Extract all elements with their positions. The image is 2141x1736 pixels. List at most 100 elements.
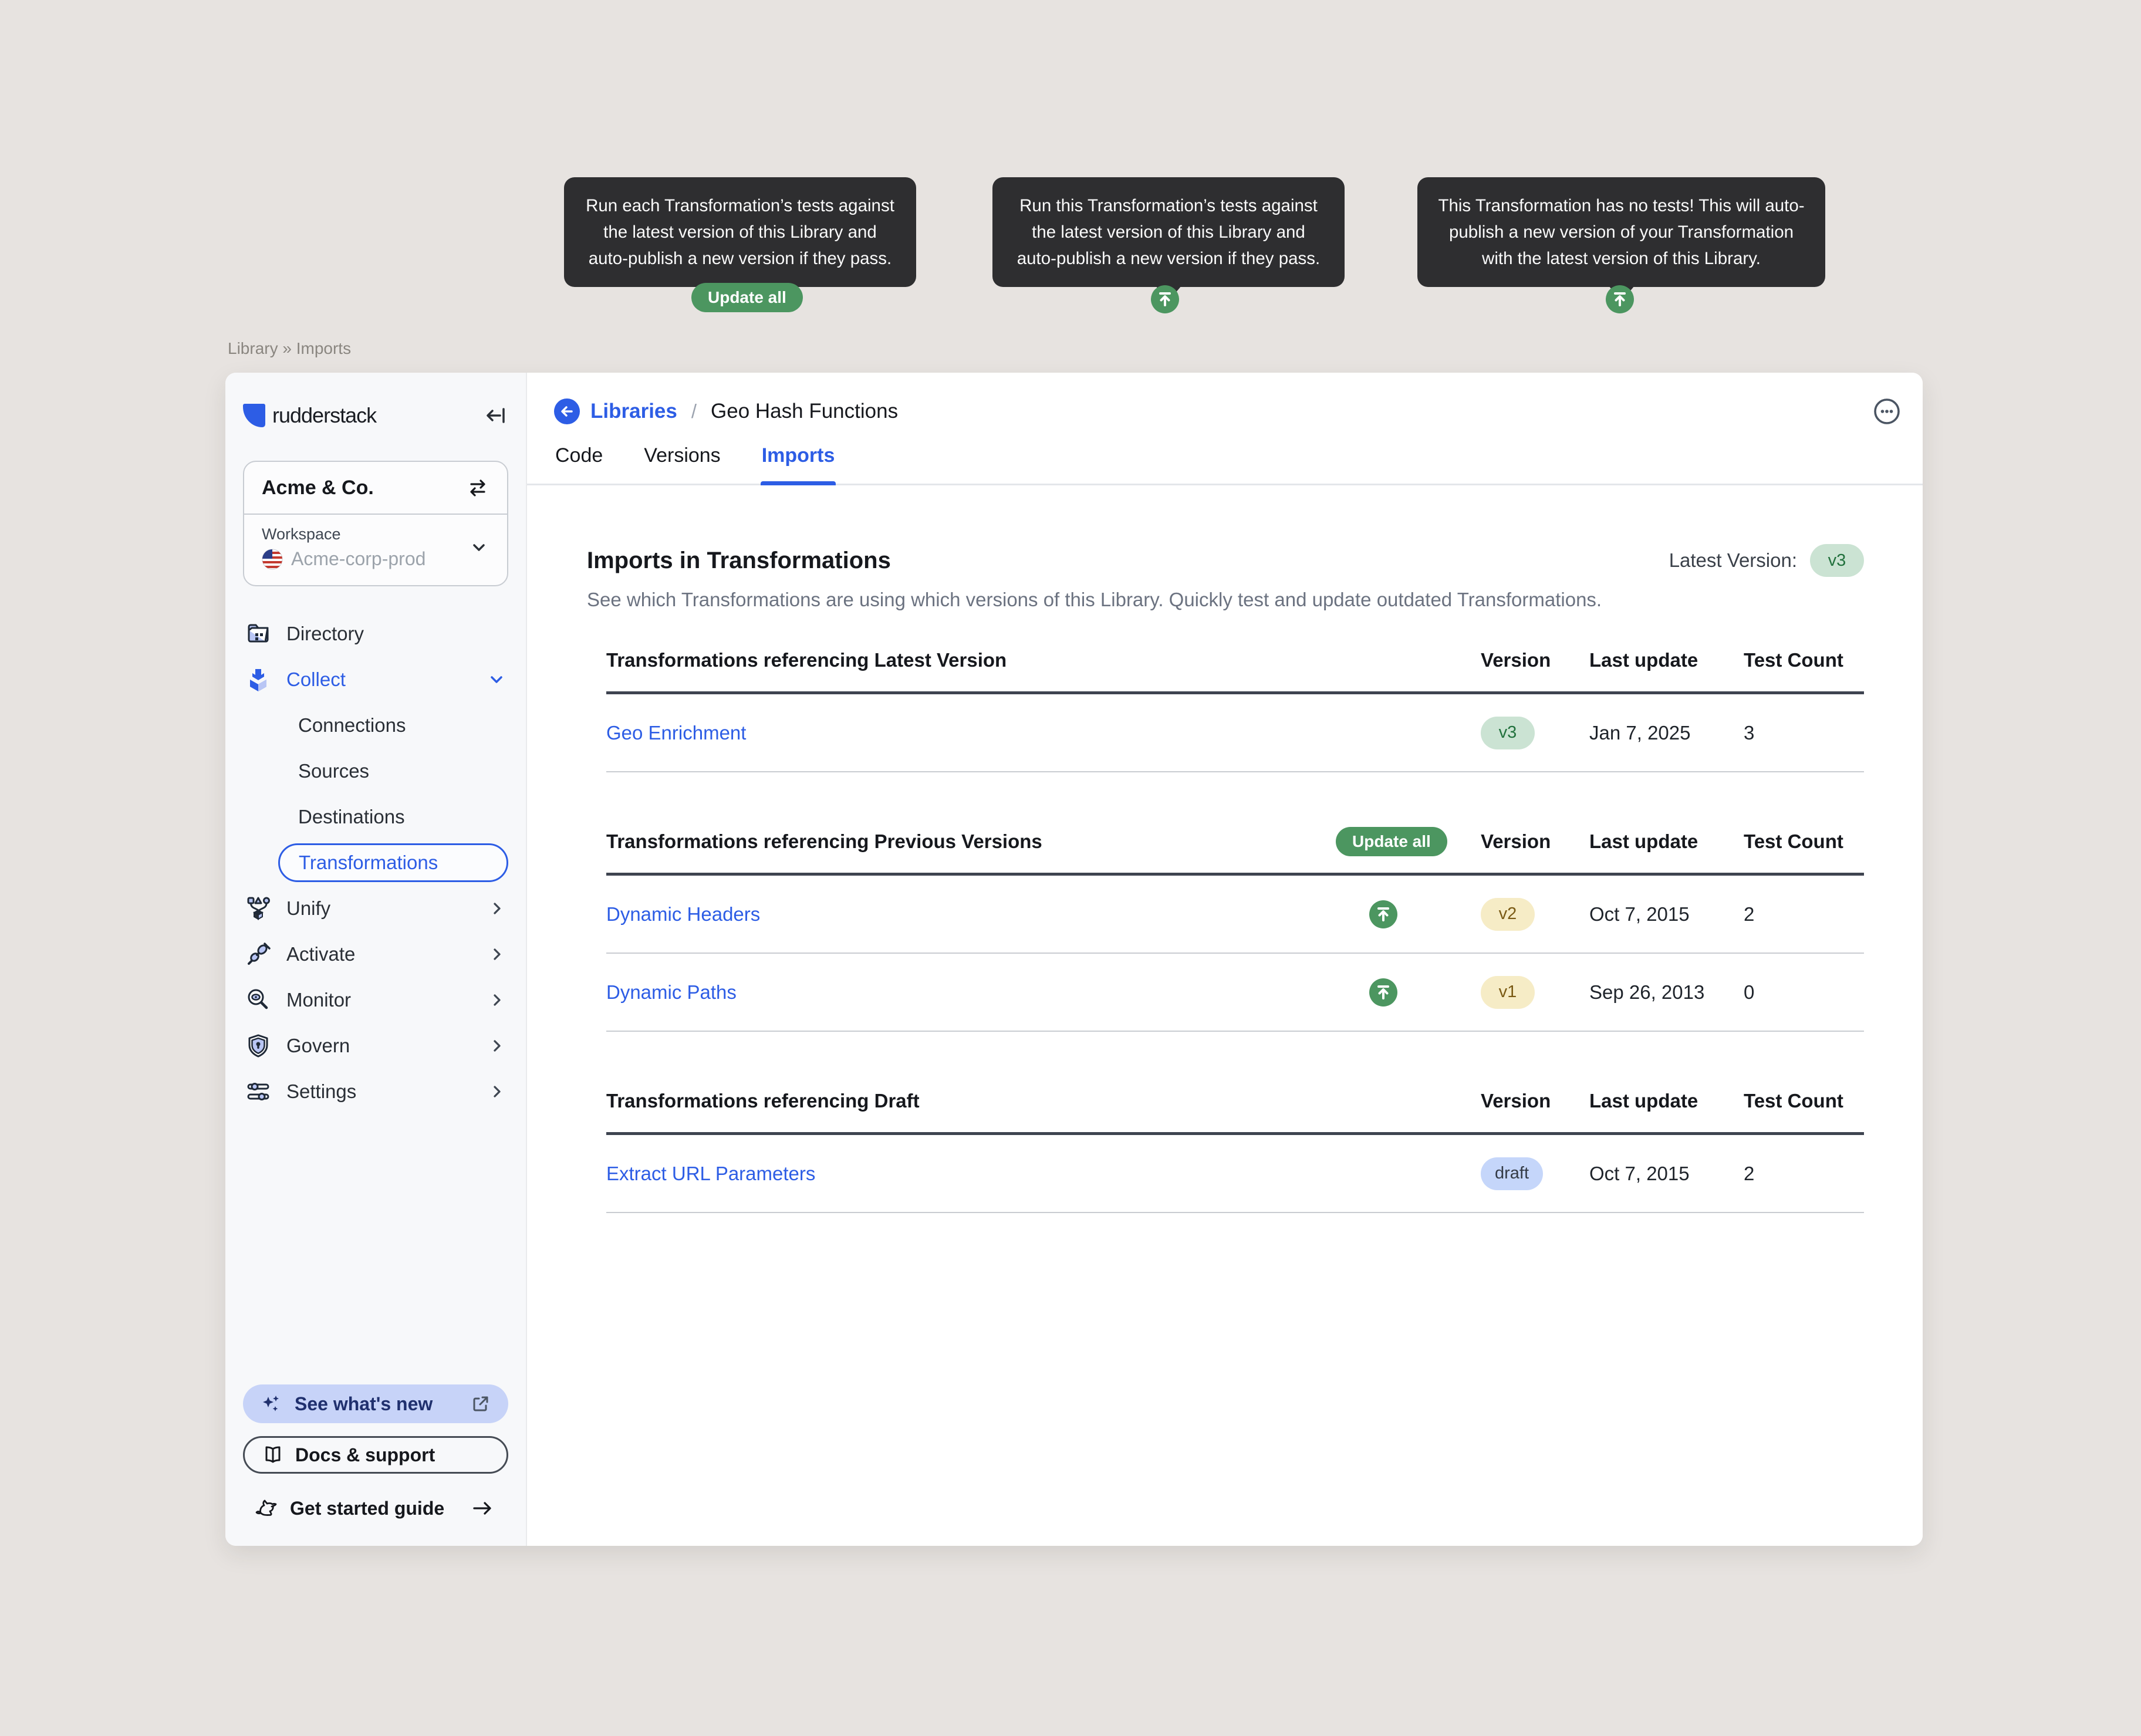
section-heading: Transformations referencing Latest Versi… (606, 649, 1369, 671)
sidebar-item-connections[interactable]: Connections (243, 702, 508, 748)
last-update-value: Oct 7, 2015 (1589, 1163, 1744, 1185)
chevron-right-icon (488, 900, 506, 917)
sidebar-item-destinations[interactable]: Destinations (243, 794, 508, 840)
get-started-guide-button[interactable]: Get started guide (243, 1490, 508, 1526)
last-update-value: Oct 7, 2015 (1589, 903, 1744, 926)
column-header-last-update: Last update (1589, 1090, 1744, 1112)
sidebar-item-label: Unify (286, 897, 330, 920)
sidebar-item-govern[interactable]: Govern (243, 1023, 508, 1069)
back-icon[interactable] (554, 398, 580, 424)
see-whats-new-button[interactable]: See what's new (243, 1384, 508, 1423)
chevron-right-icon (488, 1083, 506, 1100)
docs-support-label: Docs & support (295, 1444, 435, 1466)
transformation-link[interactable]: Geo Enrichment (606, 722, 1369, 744)
book-icon (262, 1444, 283, 1465)
sidebar-item-label: Govern (286, 1035, 350, 1057)
table-previous-versions: Transformations referencing Previous Ver… (606, 810, 1864, 1032)
rudderstack-logo-text: rudderstack (272, 403, 376, 428)
sidebar-item-directory[interactable]: Directory (243, 611, 508, 657)
table-latest-version: Transformations referencing Latest Versi… (606, 629, 1864, 772)
tab-versions[interactable]: Versions (643, 436, 721, 484)
column-header-version: Version (1481, 1090, 1589, 1112)
transformation-link[interactable]: Dynamic Headers (606, 903, 1369, 926)
imports-content: Imports in Transformations Latest Versio… (527, 485, 1923, 1546)
update-all-button-tooltip[interactable]: Update all (691, 283, 803, 312)
publish-up-icon[interactable] (1606, 285, 1634, 313)
version-badge: v1 (1481, 976, 1535, 1009)
sparkles-icon (261, 1393, 282, 1414)
collapse-sidebar-icon[interactable] (484, 403, 508, 428)
sidebar-item-label: Activate (286, 943, 355, 965)
transformation-link[interactable]: Dynamic Paths (606, 981, 1369, 1004)
version-badge: v3 (1481, 717, 1535, 749)
chevron-right-icon (488, 991, 506, 1009)
kebab-menu-icon[interactable] (1872, 397, 1902, 426)
section-heading: Transformations referencing Previous Ver… (606, 830, 1369, 853)
tooltip-update-all: Run each Transformation’s tests against … (564, 177, 916, 287)
org-name: Acme & Co. (262, 477, 374, 499)
test-count-value: 0 (1744, 981, 1864, 1004)
table-row: Extract URL Parameters draft Oct 7, 2015… (606, 1135, 1864, 1213)
workspace-label: Workspace (262, 525, 426, 543)
app-window: rudderstack Acme & Co. Workspace (225, 373, 1923, 1546)
rabbit-icon (255, 1497, 278, 1520)
sidebar-item-sources[interactable]: Sources (243, 748, 508, 794)
sidebar-item-label: Settings (286, 1080, 356, 1103)
last-update-value: Sep 26, 2013 (1589, 981, 1744, 1004)
sidebar-item-settings[interactable]: Settings (243, 1069, 508, 1114)
version-badge: v2 (1481, 898, 1535, 931)
table-row: Dynamic Headers v2 Oct 7, 2015 2 (606, 876, 1864, 954)
tooltip-update-single: Run this Transformation’s tests against … (992, 177, 1345, 287)
latest-version-label: Latest Version: (1669, 549, 1797, 572)
table-row: Dynamic Paths v1 Sep 26, 2013 0 (606, 954, 1864, 1032)
transformation-link[interactable]: Extract URL Parameters (606, 1163, 1369, 1185)
tab-imports[interactable]: Imports (761, 436, 836, 484)
govern-icon (245, 1033, 271, 1059)
sidebar-footer: See what's new Docs & support Get starte… (243, 1384, 508, 1526)
column-header-test-count: Test Count (1744, 649, 1864, 671)
page-subtitle: See which Transformations are using whic… (587, 589, 1864, 611)
publish-up-icon[interactable] (1151, 285, 1179, 313)
update-transformation-icon[interactable] (1369, 900, 1397, 928)
external-link-icon (471, 1394, 491, 1414)
test-count-value: 2 (1744, 903, 1864, 926)
latest-version-badge: v3 (1810, 544, 1864, 577)
page-title: Imports in Transformations (587, 548, 891, 574)
docs-support-button[interactable]: Docs & support (243, 1436, 508, 1474)
org-row[interactable]: Acme & Co. (244, 462, 507, 514)
sidebar-item-label: Monitor (286, 989, 351, 1011)
settings-icon (245, 1079, 271, 1105)
get-started-guide-label: Get started guide (290, 1498, 444, 1519)
sidebar-item-monitor[interactable]: Monitor (243, 977, 508, 1023)
org-workspace-selector: Acme & Co. Workspace Acme-corp-prod (243, 461, 508, 586)
sidebar-item-transformations[interactable]: Transformations (278, 843, 508, 882)
see-whats-new-label: See what's new (295, 1393, 433, 1415)
tab-code[interactable]: Code (554, 436, 604, 484)
main-panel: Libraries / Geo Hash Functions Code Vers… (527, 373, 1923, 1546)
test-count-value: 3 (1744, 722, 1864, 744)
update-all-button[interactable]: Update all (1336, 827, 1447, 856)
last-update-value: Jan 7, 2025 (1589, 722, 1744, 744)
sidebar-item-collect[interactable]: Collect (243, 657, 508, 702)
chevron-down-icon[interactable] (468, 537, 489, 558)
sidebar-item-unify[interactable]: Unify (243, 886, 508, 931)
sidebar-item-label: Directory (286, 623, 364, 645)
activate-icon (245, 941, 271, 967)
breadcrumb-separator: / (691, 400, 697, 423)
library-title: Geo Hash Functions (711, 400, 898, 423)
section-heading: Transformations referencing Draft (606, 1090, 1369, 1112)
swap-org-icon[interactable] (466, 476, 489, 499)
workspace-value: Acme-corp-prod (291, 548, 426, 570)
chevron-right-icon (488, 945, 506, 963)
table-row: Geo Enrichment v3 Jan 7, 2025 3 (606, 694, 1864, 772)
test-count-value: 2 (1744, 1163, 1864, 1185)
sidebar: rudderstack Acme & Co. Workspace (225, 373, 527, 1546)
breadcrumb-libraries-link[interactable]: Libraries (590, 400, 677, 423)
sidebar-item-label: Collect (286, 668, 346, 691)
sidebar-item-activate[interactable]: Activate (243, 931, 508, 977)
update-transformation-icon[interactable] (1369, 978, 1397, 1007)
arrow-right-icon (471, 1497, 494, 1520)
column-header-last-update: Last update (1589, 649, 1744, 671)
workspace-selector[interactable]: Workspace Acme-corp-prod (244, 514, 507, 585)
library-header: Libraries / Geo Hash Functions (527, 395, 1923, 428)
